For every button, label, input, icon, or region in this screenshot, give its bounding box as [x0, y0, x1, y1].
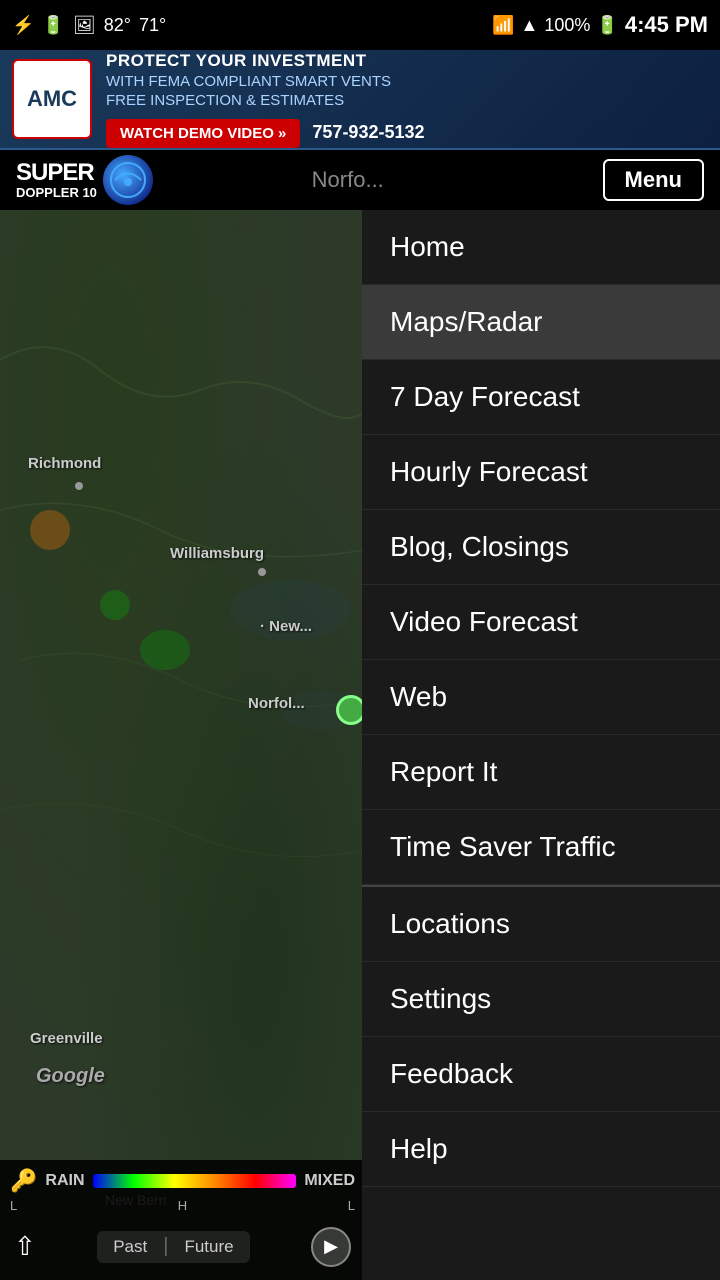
- menu-item-label-hourly-forecast: Hourly Forecast: [390, 456, 588, 488]
- map-label-norfolk: Norfol...: [248, 695, 305, 712]
- share-icon[interactable]: ⇧: [14, 1231, 36, 1262]
- menu-item-report-it[interactable]: Report It: [362, 735, 720, 810]
- menu-item-web[interactable]: Web: [362, 660, 720, 735]
- ad-headline2: WITH FEMA COMPLIANT SMART VENTS: [106, 73, 708, 90]
- menu-item-label-maps-radar: Maps/Radar: [390, 306, 543, 338]
- ad-phone: 757-932-5132: [312, 122, 424, 143]
- map-label-williamsburg: Williamsburg: [170, 545, 264, 562]
- map-area[interactable]: Richmond Williamsburg · New... Norfol...…: [0, 210, 365, 1280]
- menu-item-label-time-saver-traffic: Time Saver Traffic: [390, 831, 616, 863]
- legend-low2: L: [348, 1198, 355, 1213]
- status-left-icons: ⚡ 🔋 🖼 82° 71°: [12, 15, 166, 36]
- ad-logo: AMC: [12, 59, 92, 139]
- menu-item-label-video-forecast: Video Forecast: [390, 606, 578, 638]
- menu-item-hourly-forecast[interactable]: Hourly Forecast: [362, 435, 720, 510]
- menu-item-label-7-day-forecast: 7 Day Forecast: [390, 381, 580, 413]
- menu-item-label-settings: Settings: [390, 983, 491, 1015]
- legend-bar: 🔑 RAIN MIXED: [0, 1160, 365, 1198]
- ad-banner[interactable]: AMC PROTECT YOUR INVESTMENT WITH FEMA CO…: [0, 50, 720, 150]
- battery-icon: 🔋: [596, 15, 618, 36]
- logo-doppler: DOPPLER 10: [16, 186, 97, 200]
- menu-item-label-web: Web: [390, 681, 447, 713]
- menu-item-label-feedback: Feedback: [390, 1058, 513, 1090]
- wifi-icon: 📶: [492, 15, 514, 36]
- menu-item-label-blog-closings: Blog, Closings: [390, 531, 569, 563]
- header-city: Norfo...: [93, 167, 603, 193]
- play-button[interactable]: ▶: [311, 1227, 351, 1267]
- past-button[interactable]: Past: [97, 1231, 163, 1263]
- nav-bar: ⇧ Past | Future ▶: [0, 1213, 365, 1280]
- rain-patch-3: [140, 630, 190, 670]
- menu-item-7-day-forecast[interactable]: 7 Day Forecast: [362, 360, 720, 435]
- ad-logo-text: AMC: [27, 86, 77, 112]
- rain-patch-1: [30, 510, 70, 550]
- menu-button[interactable]: Menu: [603, 159, 704, 201]
- menu-item-maps-radar[interactable]: Maps/Radar: [362, 285, 720, 360]
- key-icon: 🔑: [10, 1168, 37, 1194]
- rain-patch-2: [100, 590, 130, 620]
- map-label-newport: · New...: [260, 618, 312, 635]
- ad-cta-button[interactable]: WATCH DEMO VIDEO »: [106, 119, 300, 148]
- clock: 4:45 PM: [625, 12, 708, 38]
- map-label-google: Google: [36, 1065, 105, 1088]
- menu-item-locations[interactable]: Locations: [362, 887, 720, 962]
- rain-label: RAIN: [45, 1172, 84, 1190]
- map-label-greenville: Greenville: [30, 1030, 103, 1047]
- status-bar: ⚡ 🔋 🖼 82° 71° 📶 ▲ 100% 🔋 4:45 PM: [0, 0, 720, 50]
- menu-item-feedback[interactable]: Feedback: [362, 1037, 720, 1112]
- mixed-label: MIXED: [304, 1172, 355, 1190]
- menu-item-video-forecast[interactable]: Video Forecast: [362, 585, 720, 660]
- map-label-richmond: Richmond: [28, 455, 101, 472]
- menu-item-settings[interactable]: Settings: [362, 962, 720, 1037]
- logo-super: SUPER: [16, 160, 97, 186]
- menu-item-time-saver-traffic[interactable]: Time Saver Traffic: [362, 810, 720, 885]
- ad-headline3: FREE INSPECTION & ESTIMATES: [106, 92, 708, 109]
- legend-markers: L H L: [0, 1198, 365, 1213]
- map-dot-williamsburg: [258, 568, 266, 576]
- side-menu: Home Maps/Radar 7 Day Forecast Hourly Forec…: [362, 210, 720, 1280]
- legend-low: L: [10, 1198, 17, 1213]
- menu-item-label-report-it: Report It: [390, 756, 497, 788]
- menu-item-label-help: Help: [390, 1133, 448, 1165]
- ad-content: PROTECT YOUR INVESTMENT WITH FEMA COMPLI…: [106, 51, 708, 148]
- future-button[interactable]: Future: [168, 1231, 249, 1263]
- menu-item-label-locations: Locations: [390, 908, 510, 940]
- time-controls: Past | Future: [97, 1231, 249, 1263]
- temp-low: 71°: [139, 15, 166, 36]
- image-icon: 🖼: [73, 15, 96, 36]
- battery-percent: 100%: [544, 15, 590, 36]
- map-marker-norfolk: [336, 695, 365, 725]
- temp-high: 82°: [104, 15, 131, 36]
- map-terrain-svg: [0, 210, 365, 1280]
- legend-high: H: [178, 1198, 187, 1213]
- map-dot-richmond: [75, 482, 83, 490]
- menu-item-home[interactable]: Home: [362, 210, 720, 285]
- status-right-icons: 📶 ▲ 100% 🔋 4:45 PM: [492, 12, 708, 38]
- usb-icon: ⚡: [12, 15, 34, 36]
- menu-item-label-home: Home: [390, 231, 465, 263]
- battery-small-icon: 🔋: [42, 15, 64, 36]
- legend-gradient: [93, 1174, 297, 1188]
- app-header: SUPER DOPPLER 10 Norfo... Menu: [0, 150, 720, 210]
- menu-item-help[interactable]: Help: [362, 1112, 720, 1187]
- ad-headline1: PROTECT YOUR INVESTMENT: [106, 51, 708, 71]
- map-bottom-controls: 🔑 RAIN MIXED L H L ⇧ Past | Future ▶: [0, 1160, 365, 1280]
- signal-icon: ▲: [521, 15, 539, 36]
- menu-item-blog-closings[interactable]: Blog, Closings: [362, 510, 720, 585]
